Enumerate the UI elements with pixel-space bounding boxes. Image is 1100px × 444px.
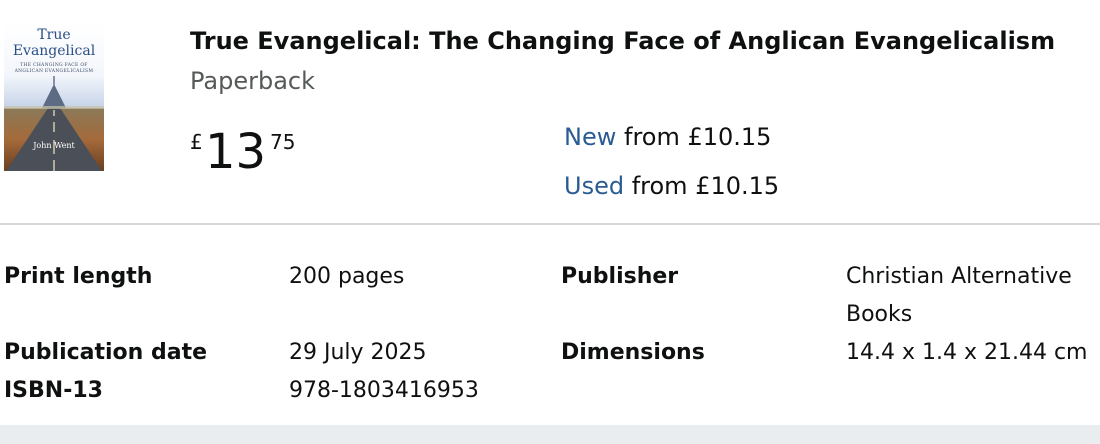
section-divider <box>0 223 1100 225</box>
book-cover-image[interactable]: True Evangelical THE CHANGING FACE OF AN… <box>4 24 104 171</box>
new-offer-price: from £10.15 <box>616 123 772 151</box>
publication-date-value: 29 July 2025 <box>289 340 427 365</box>
isbn-value: 978-1803416953 <box>289 378 479 403</box>
publication-date-label: Publication date <box>4 340 208 365</box>
product-format: Paperback <box>190 67 316 95</box>
product-title[interactable]: True Evangelical: The Changing Face of A… <box>190 24 1055 58</box>
isbn-label: ISBN-13 <box>4 378 103 403</box>
publisher-value: Christian Alternative Books <box>846 264 1072 327</box>
cover-author: John Went <box>33 141 75 150</box>
dimensions-label: Dimensions <box>561 340 705 365</box>
used-offers-link[interactable]: Used <box>564 172 624 200</box>
new-offer: New from £10.15 <box>564 120 771 154</box>
cover-title-line2: Evangelical <box>12 43 96 59</box>
price-whole: 13 <box>205 124 267 180</box>
print-length-value: 200 pages <box>289 264 405 289</box>
dimensions-value: 14.4 x 1.4 x 21.44 cm <box>846 340 1088 365</box>
product-summary: True Evangelical THE CHANGING FACE OF AN… <box>0 0 1100 224</box>
footer-band <box>0 425 1100 444</box>
new-offers-link[interactable]: New <box>564 123 616 151</box>
print-length-label: Print length <box>4 264 153 289</box>
price-fraction: 75 <box>270 130 296 154</box>
publisher-label: Publisher <box>561 264 679 289</box>
used-offer: Used from £10.15 <box>564 169 779 203</box>
cover-subtitle: THE CHANGING FACE OF ANGLICAN EVANGELICA… <box>4 63 104 75</box>
cover-subtitle-line2: ANGLICAN EVANGELICALISM <box>14 69 94 74</box>
cover-title-line1: True <box>37 27 71 43</box>
price-currency-symbol: £ <box>190 130 203 154</box>
used-offer-price: from £10.15 <box>624 172 780 200</box>
